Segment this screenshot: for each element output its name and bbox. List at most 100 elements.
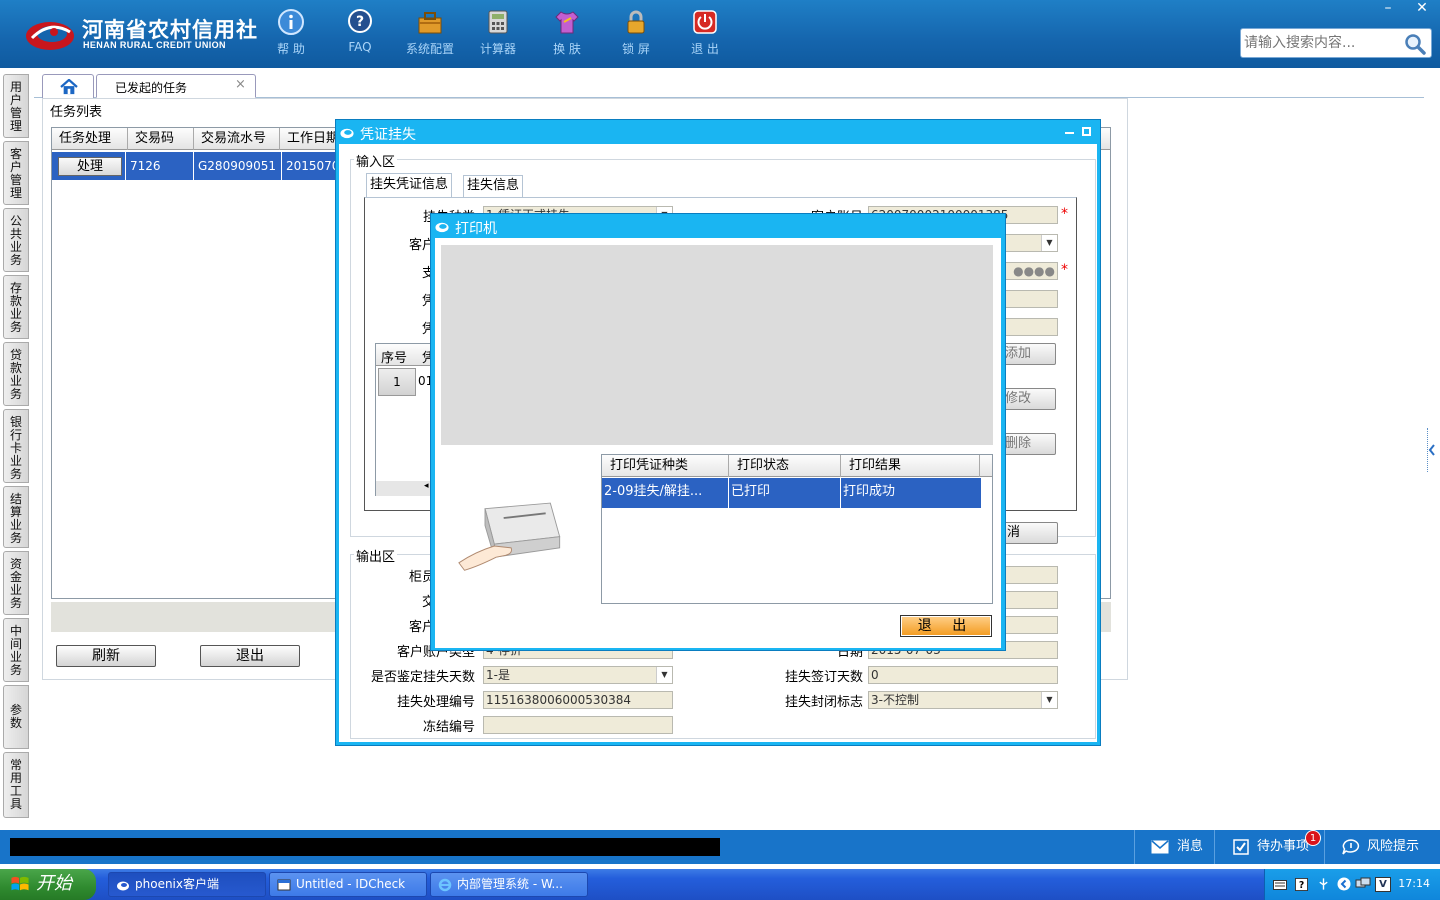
payment-label: 支: [421, 266, 435, 281]
refresh-button[interactable]: 刷新: [56, 645, 156, 667]
table-row[interactable]: 处理 7126 G280909051 2015070: [52, 152, 352, 180]
modify-button[interactable]: 修改: [1000, 388, 1056, 410]
printer-body: 打印凭证种类 打印状态 打印结果 2-09挂失/解挂... 已打印 打印成功 退…: [435, 238, 1001, 648]
toolbar-skin-button[interactable]: 换 肤: [535, 8, 599, 62]
table-row[interactable]: 2-09挂失/解挂... 已打印 打印成功: [602, 478, 982, 508]
nav-common-tools[interactable]: 常用工具: [3, 752, 29, 818]
tab-close-icon[interactable]: ×: [235, 77, 246, 92]
start-label: 开始: [36, 873, 72, 894]
tab-loss-info[interactable]: 挂失信息: [463, 175, 524, 197]
customer-label: 客户: [408, 238, 435, 253]
nav-user-management[interactable]: 用户管理: [3, 74, 29, 138]
freeze-number-label: 冻结编号: [422, 720, 475, 735]
toolbar-faq-label: FAQ: [348, 40, 372, 54]
toolbar-settings-button[interactable]: 系统配置: [398, 8, 462, 62]
nav-public-business[interactable]: 公共业务: [3, 208, 29, 272]
nav-loan-business[interactable]: 贷款业务: [3, 342, 29, 406]
toolbar-calculator-button[interactable]: 计算器: [466, 8, 530, 62]
nav-parameters[interactable]: 参数: [3, 685, 29, 749]
task-label: Untitled - IDCheck: [296, 877, 406, 891]
nav-intermediary-business[interactable]: 中间业务: [3, 618, 29, 682]
chevron-down-icon: ▼: [1041, 692, 1057, 708]
messages-button[interactable]: 消息: [1134, 830, 1214, 864]
todo-button[interactable]: 待办事项 1: [1214, 830, 1324, 864]
column-header[interactable]: 交易流水号: [194, 128, 280, 150]
chat-icon: [1342, 839, 1360, 855]
toolbar-help-button[interactable]: 帮 助: [259, 8, 323, 62]
column-header[interactable]: 交易码: [128, 128, 194, 150]
appraisal-days-value: 1-是: [486, 668, 510, 682]
nav-bank-card-business[interactable]: 银行卡业务: [3, 409, 29, 483]
windows-taskbar: 开始 phoenix客户端 Untitled - IDCheck 内部管理系统 …: [0, 869, 1440, 900]
column-header[interactable]: 打印状态: [729, 455, 841, 477]
serial-number-cell: G280909051: [194, 152, 282, 180]
printer-titlebar[interactable]: 打印机: [431, 214, 1005, 238]
toolbar-lock-button[interactable]: 锁 屏: [604, 8, 668, 62]
tab-home[interactable]: [42, 74, 94, 98]
taskbar-internal-management[interactable]: 内部管理系统 - W...: [430, 872, 588, 897]
system-tray: ? V 17:14: [1264, 869, 1440, 900]
task-exit-button[interactable]: 退出: [200, 645, 300, 667]
svg-text:?: ?: [356, 14, 364, 30]
taskbar-phoenix-client[interactable]: phoenix客户端: [108, 872, 266, 897]
row-number-cell[interactable]: 1: [378, 368, 416, 396]
voucher-label-2: 凭: [421, 322, 435, 337]
nav-label: 贷款业务: [9, 348, 22, 401]
risk-alert-button[interactable]: 风险提示: [1324, 830, 1440, 864]
toolbar-exit-button[interactable]: 退 出: [673, 8, 737, 62]
logo-english-name: HENAN RURAL CREDIT UNION: [83, 40, 226, 50]
freeze-number-field[interactable]: [483, 716, 673, 734]
nav-funds-business[interactable]: 资金业务: [3, 551, 29, 615]
right-panel-handle[interactable]: [1427, 428, 1435, 472]
customer-output-label: 客户: [408, 620, 435, 635]
required-marker: *: [1061, 206, 1068, 222]
delete-button[interactable]: 删除: [1000, 433, 1056, 455]
dialog-maximize-icon[interactable]: [1082, 127, 1091, 136]
appraisal-days-select[interactable]: 1-是 ▼: [483, 666, 673, 684]
taskbar-idcheck[interactable]: Untitled - IDCheck: [269, 872, 427, 897]
sign-days-field[interactable]: 0: [868, 666, 1058, 684]
sign-days-label: 挂失签订天数: [784, 670, 863, 685]
column-header[interactable]: 任务处理: [52, 128, 128, 150]
add-button[interactable]: 添加: [1000, 343, 1056, 365]
seal-flag-select[interactable]: 3-不控制 ▼: [868, 691, 1058, 709]
mail-icon: [1151, 840, 1169, 854]
app-icon: [117, 881, 129, 891]
tab-loss-voucher-info[interactable]: 挂失凭证信息: [366, 173, 453, 197]
toolbar-faq-button[interactable]: ? FAQ: [328, 8, 392, 62]
input-method-icon[interactable]: V: [1375, 877, 1391, 892]
tab-initiated-tasks[interactable]: 已发起的任务 ×: [96, 74, 256, 98]
column-header[interactable]: 打印凭证种类: [602, 455, 729, 477]
window-minimize-button[interactable]: –: [1372, 0, 1404, 18]
nav-label: 客户管理: [9, 147, 22, 200]
cancel-button[interactable]: 消: [1002, 522, 1058, 544]
nav-deposit-business[interactable]: 存款业务: [3, 275, 29, 339]
usb-icon[interactable]: [1317, 877, 1330, 891]
process-number-field[interactable]: 1151638006000530384: [483, 691, 673, 709]
search-icon[interactable]: [1403, 32, 1427, 56]
seal-flag-value: 3-不控制: [871, 693, 919, 707]
start-button[interactable]: 开始: [0, 869, 96, 900]
window-close-button[interactable]: ✕: [1406, 0, 1438, 18]
nav-label: 存款业务: [9, 281, 22, 334]
nav-settlement-business[interactable]: 结算业务: [3, 486, 29, 548]
chevron-left-icon[interactable]: [1337, 877, 1351, 891]
toolbox-icon: [418, 12, 442, 34]
voucher-loss-title: 凭证挂失: [360, 127, 416, 143]
voucher-loss-titlebar[interactable]: 凭证挂失: [336, 120, 1100, 144]
help-icon[interactable]: ?: [1295, 878, 1308, 891]
column-header[interactable]: 打印结果: [841, 455, 980, 477]
network-icon[interactable]: [1355, 877, 1371, 891]
printer-dialog: 打印机 打印凭证种类 打印状态 打印结果 2-09挂失/解挂... 已打印 打印…: [430, 213, 1006, 651]
process-number-label: 挂失处理编号: [396, 695, 475, 710]
column-header[interactable]: 序号: [381, 347, 407, 366]
nav-customer-management[interactable]: 客户管理: [3, 141, 29, 205]
process-button[interactable]: 处理: [58, 157, 122, 176]
search-input[interactable]: [1244, 33, 1404, 53]
nav-label: 结算业务: [9, 492, 22, 545]
task-action-cell: 处理: [52, 152, 126, 180]
keyboard-icon[interactable]: [1273, 880, 1287, 890]
dialog-minimize-icon[interactable]: [1065, 132, 1074, 134]
printer-icon: [458, 502, 561, 571]
printer-exit-button[interactable]: 退 出: [900, 615, 992, 637]
